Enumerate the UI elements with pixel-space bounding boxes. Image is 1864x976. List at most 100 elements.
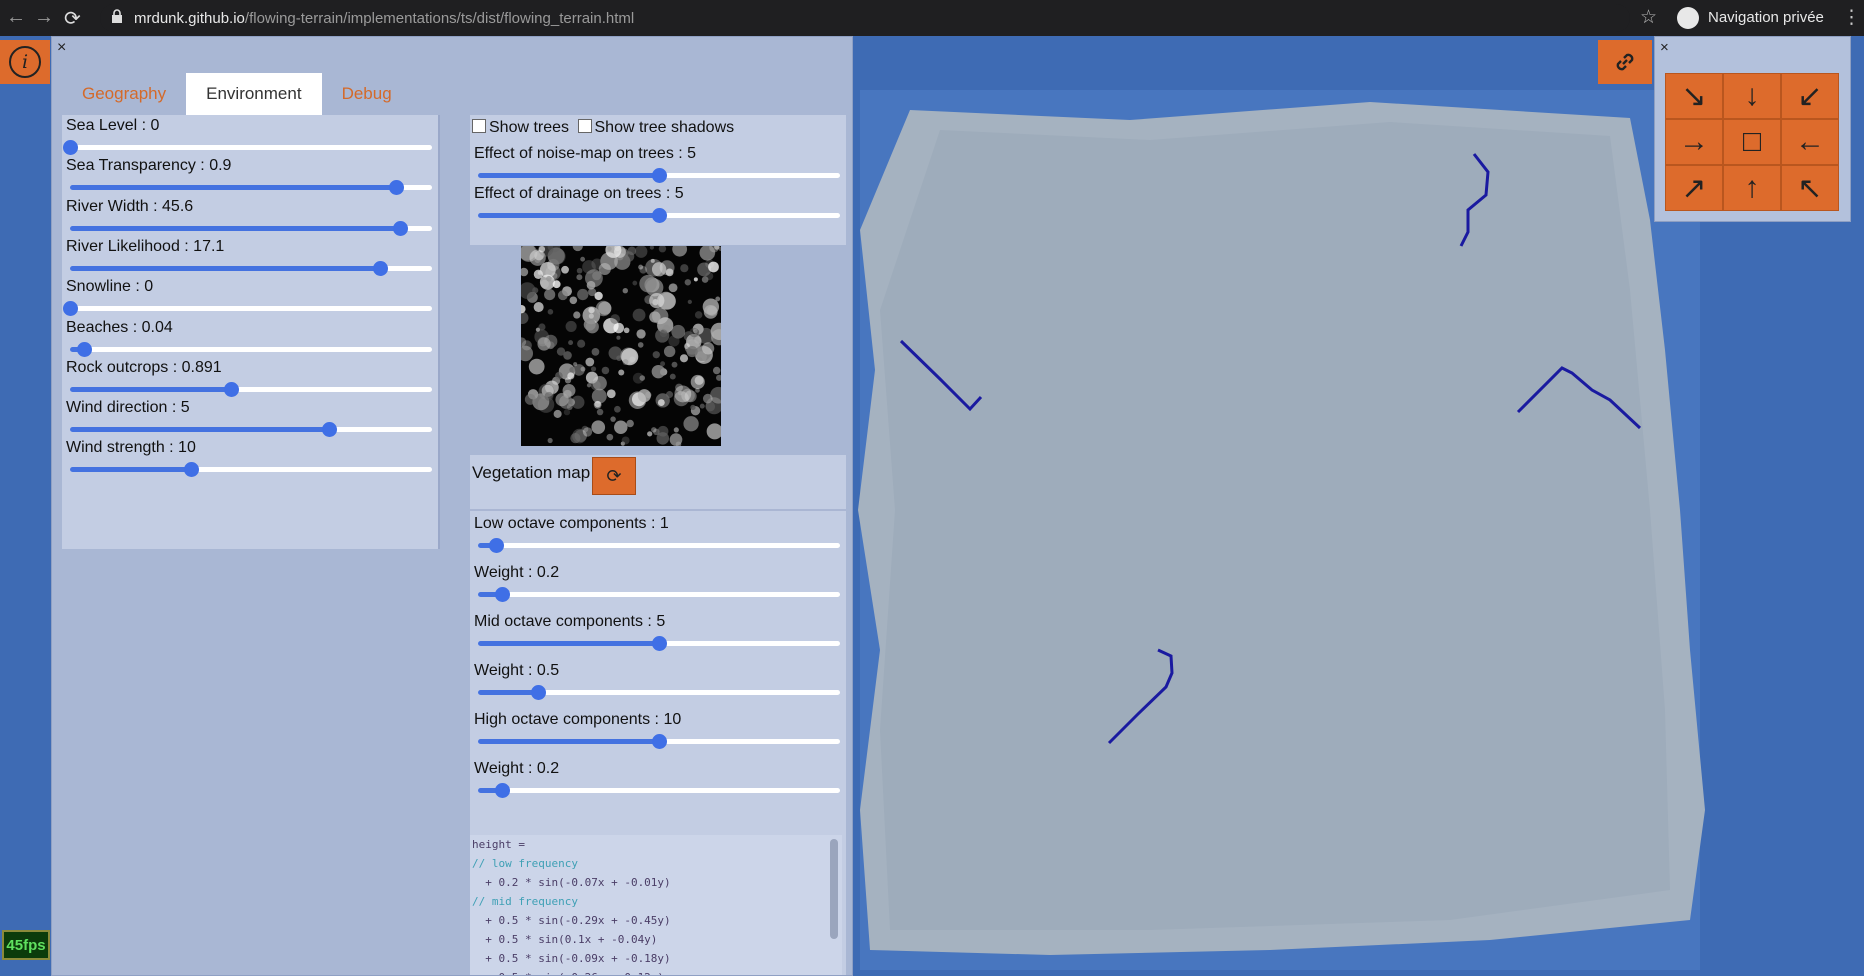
slider-label: High octave components : 10 <box>474 711 682 728</box>
arrow-up-icon: ↑ <box>1744 171 1760 204</box>
private-browsing-label[interactable]: Navigation privée <box>1708 9 1824 26</box>
slider-thumb[interactable] <box>388 180 404 196</box>
tab-geography[interactable]: Geography <box>62 73 186 115</box>
slider-fill <box>478 173 659 178</box>
slider-track[interactable] <box>478 587 840 602</box>
slider-thumb[interactable] <box>652 208 667 223</box>
formula-line: + 0.5 * sin(-0.29x + -0.45y) <box>472 914 671 927</box>
vegetation-map-row: Vegetation map <box>472 463 590 483</box>
slider-thumb[interactable] <box>224 381 240 397</box>
tab-environment[interactable]: Environment <box>186 73 322 115</box>
slider-thumb[interactable] <box>63 301 78 317</box>
slider-track[interactable] <box>63 140 432 155</box>
camera-down-left-button[interactable]: ↙ <box>1781 73 1839 119</box>
slider-thumb[interactable] <box>495 783 511 798</box>
arrow-up-right-icon: ↗ <box>1681 171 1707 205</box>
slider-track[interactable] <box>70 260 432 276</box>
show-tree-shadows-label[interactable]: Show tree shadows <box>595 119 735 136</box>
show-trees-checkbox[interactable] <box>472 119 486 133</box>
slider-row: Wind strength : 10 <box>66 439 436 487</box>
slider-thumb[interactable] <box>372 260 388 276</box>
slider-fill <box>70 185 396 191</box>
arrow-left-icon: ← <box>1795 125 1825 158</box>
back-icon[interactable]: ← <box>6 6 26 29</box>
slider-fill <box>70 386 232 392</box>
slider-row: Weight : 0.2 <box>474 564 844 612</box>
slider-thumb[interactable] <box>652 734 667 749</box>
vegetation-settings: Vegetation map ⟳ height = // low frequenc… <box>470 455 846 975</box>
slider-row: Weight : 0.2 <box>474 760 844 808</box>
formula-line: height = <box>472 838 525 851</box>
noise-map-preview <box>521 246 721 446</box>
slider-fill <box>70 225 401 231</box>
slider-label: River Likelihood : 17.1 <box>66 237 225 255</box>
browser-menu-icon[interactable]: ⋮ <box>1842 6 1861 29</box>
camera-up-left-button[interactable]: ↖ <box>1781 165 1839 211</box>
regenerate-button[interactable]: ⟳ <box>592 457 636 495</box>
formula-line: + 0.5 * sin(-0.09x + -0.18y) <box>472 952 671 965</box>
camera-up-button[interactable]: ↑ <box>1723 165 1781 211</box>
pad-close-icon[interactable]: × <box>1660 39 1669 56</box>
slider-track[interactable] <box>63 301 432 317</box>
camera-center-button[interactable]: □ <box>1723 119 1781 165</box>
slider-thumb[interactable] <box>531 685 547 700</box>
divider <box>470 509 846 511</box>
slider-track[interactable] <box>70 220 432 236</box>
slider-track[interactable] <box>70 422 432 438</box>
tab-bar: Geography Environment Debug <box>62 73 412 115</box>
formula-scrollbar[interactable] <box>830 839 838 939</box>
reload-icon[interactable]: ⟳ <box>64 6 81 31</box>
info-button[interactable]: i <box>0 40 50 84</box>
slider-thumb[interactable] <box>393 220 409 236</box>
address-bar[interactable]: mrdunk.github.io/flowing-terrain/impleme… <box>100 4 1630 32</box>
slider-track[interactable] <box>478 783 840 798</box>
slider-label: Weight : 0.2 <box>474 564 560 581</box>
slider-thumb[interactable] <box>489 538 505 553</box>
slider-track[interactable] <box>478 734 840 749</box>
slider-label: Beaches : 0.04 <box>66 318 173 336</box>
slider-track[interactable] <box>478 685 840 700</box>
slider-fill <box>478 690 539 695</box>
terrain-view[interactable] <box>850 90 1864 974</box>
slider-track[interactable] <box>478 168 840 183</box>
slider-thumb[interactable] <box>652 168 667 183</box>
slider-label: Weight : 0.2 <box>474 760 560 777</box>
slider-track[interactable] <box>478 636 840 651</box>
slider-track[interactable] <box>70 462 432 478</box>
slider-thumb[interactable] <box>652 636 667 651</box>
camera-left-button[interactable]: ← <box>1781 119 1839 165</box>
slider-row: Weight : 0.5 <box>474 662 844 710</box>
settings-panel: × Geography Environment Debug Sea Level … <box>51 36 853 976</box>
camera-down-button[interactable]: ↓ <box>1723 73 1781 119</box>
info-icon: i <box>9 46 41 78</box>
slider-label: Rock outcrops : 0.891 <box>66 358 222 376</box>
arrow-down-left-icon: ↙ <box>1797 79 1823 113</box>
link-icon <box>1616 53 1634 71</box>
slider-thumb[interactable] <box>77 341 93 357</box>
bookmark-star-icon[interactable]: ☆ <box>1640 6 1657 29</box>
forward-icon[interactable]: → <box>34 6 54 29</box>
slider-track[interactable] <box>478 538 840 553</box>
camera-up-right-button[interactable]: ↗ <box>1665 165 1723 211</box>
camera-down-right-button[interactable]: ↘ <box>1665 73 1723 119</box>
share-link-button[interactable] <box>1598 40 1652 84</box>
camera-direction-pad: × ↘ ↓ ↙ → □ ← ↗ ↑ ↖ <box>1654 36 1851 222</box>
slider-thumb[interactable] <box>63 140 78 155</box>
slider-thumb[interactable] <box>321 422 337 438</box>
show-trees-label[interactable]: Show trees <box>489 119 569 136</box>
slider-fill <box>70 427 329 433</box>
arrow-center-icon: □ <box>1742 125 1762 158</box>
slider-row: Effect of drainage on trees : 5 <box>474 185 844 233</box>
panel-close-icon[interactable]: × <box>57 39 66 57</box>
tab-debug[interactable]: Debug <box>322 73 412 115</box>
slider-track[interactable] <box>70 180 432 196</box>
show-tree-shadows-checkbox[interactable] <box>577 119 592 133</box>
slider-thumb[interactable] <box>495 587 511 602</box>
slider-track[interactable] <box>70 341 432 357</box>
arrow-down-icon: ↓ <box>1744 79 1760 112</box>
slider-track[interactable] <box>478 208 840 223</box>
slider-thumb[interactable] <box>183 462 199 478</box>
camera-right-button[interactable]: → <box>1665 119 1723 165</box>
arrow-right-icon: → <box>1679 125 1709 158</box>
slider-track[interactable] <box>70 381 432 397</box>
